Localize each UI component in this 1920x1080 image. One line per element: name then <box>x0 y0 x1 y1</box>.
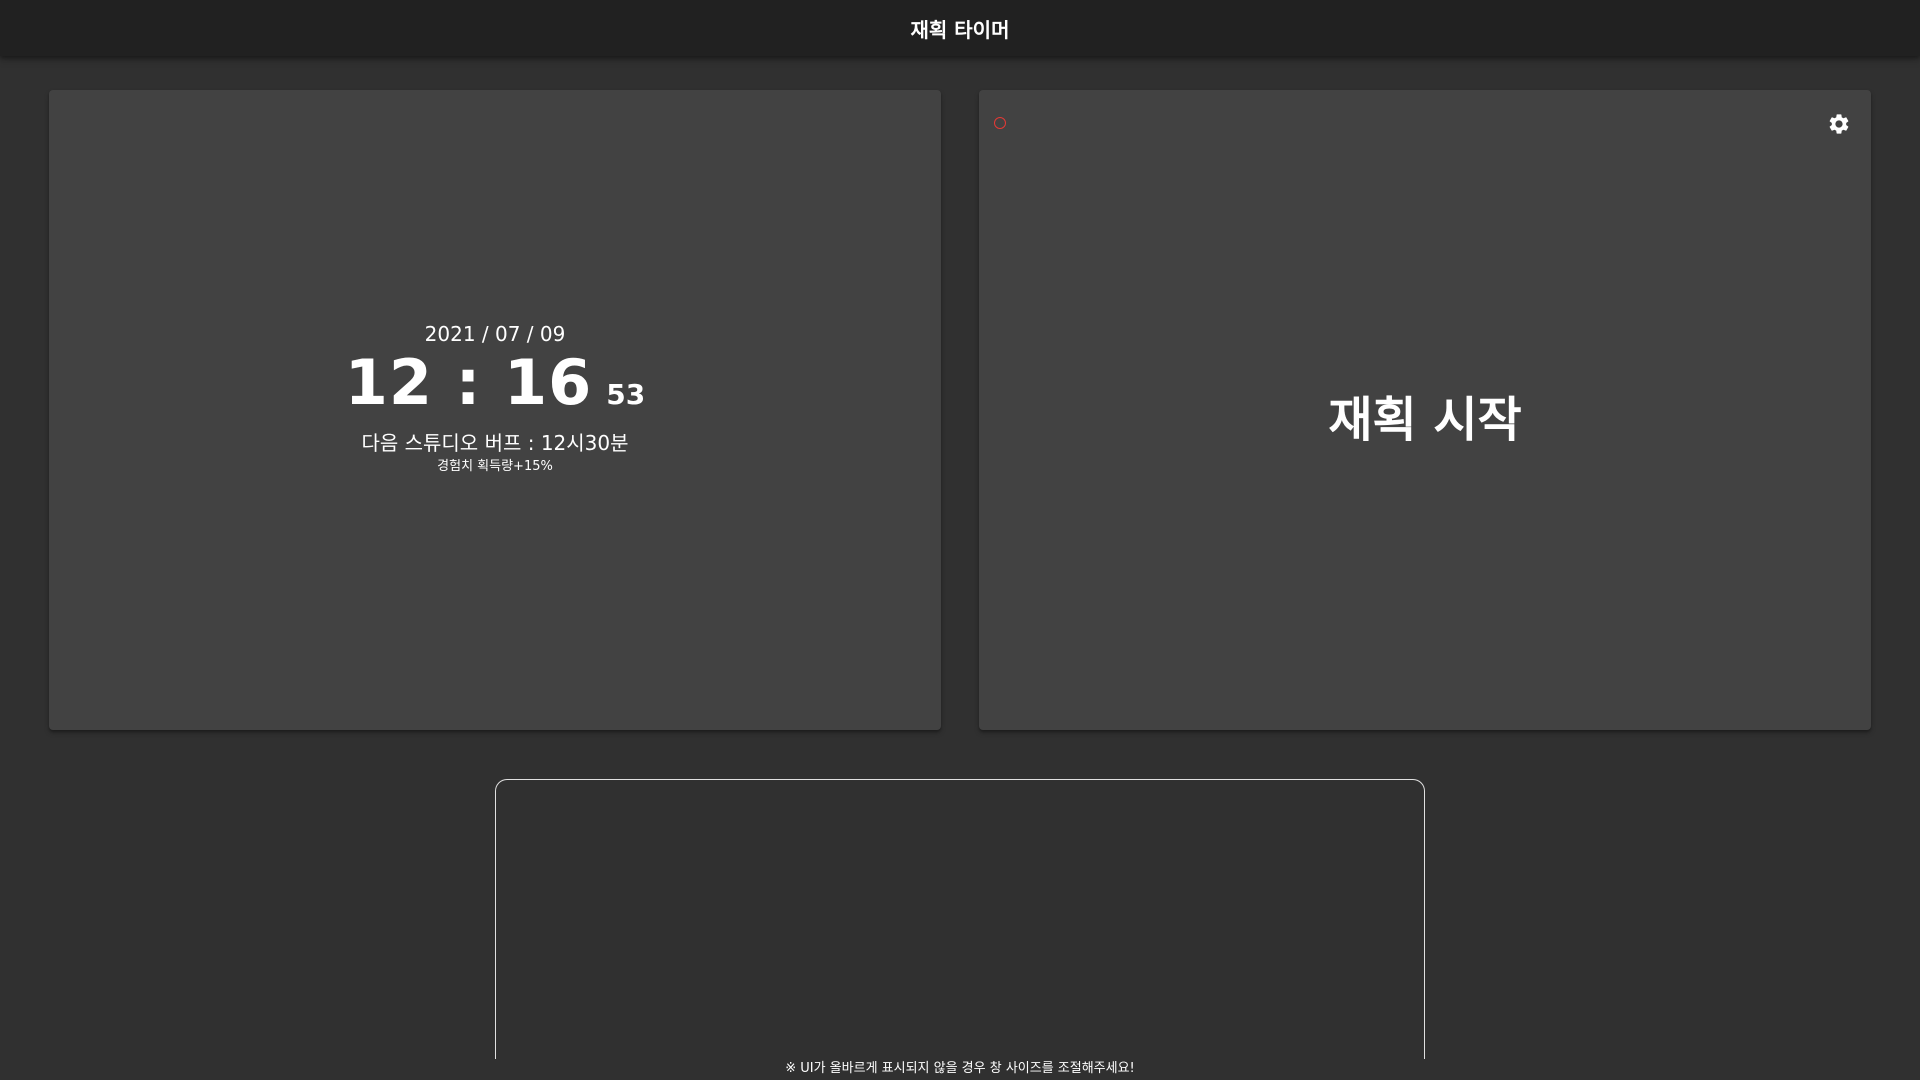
clock-seconds: 53 <box>606 378 646 411</box>
clock-date: 2021 / 07 / 09 <box>424 322 566 346</box>
clock-card: 2021 / 07 / 09 12 : 16 53 다음 스튜디오 버프 : 1… <box>49 90 941 730</box>
clock-hour-minute: 12 : 16 <box>344 346 593 419</box>
clock-time: 12 : 16 53 <box>49 348 941 418</box>
clock-block: 2021 / 07 / 09 12 : 16 53 다음 스튜디오 버프 : 1… <box>49 322 941 476</box>
log-panel <box>495 779 1425 1069</box>
circle-outline-icon <box>994 117 1006 129</box>
buff-effect: 경험치 획득량+15% <box>437 459 553 474</box>
app-title: 재획 타이머 <box>910 17 1010 42</box>
footer-note: ※ UI가 올바르게 표시되지 않을 경우 창 사이즈를 조절해주세요! <box>0 1059 1920 1080</box>
start-timer-button[interactable]: 재획 시작 <box>979 392 1871 448</box>
settings-button[interactable] <box>1827 112 1851 136</box>
timer-card: 재획 시작 <box>979 90 1871 730</box>
gear-icon <box>1827 112 1851 136</box>
app-bar: 재획 타이머 <box>0 0 1920 56</box>
next-buff-time: 다음 스튜디오 버프 : 12시30분 <box>361 431 629 455</box>
